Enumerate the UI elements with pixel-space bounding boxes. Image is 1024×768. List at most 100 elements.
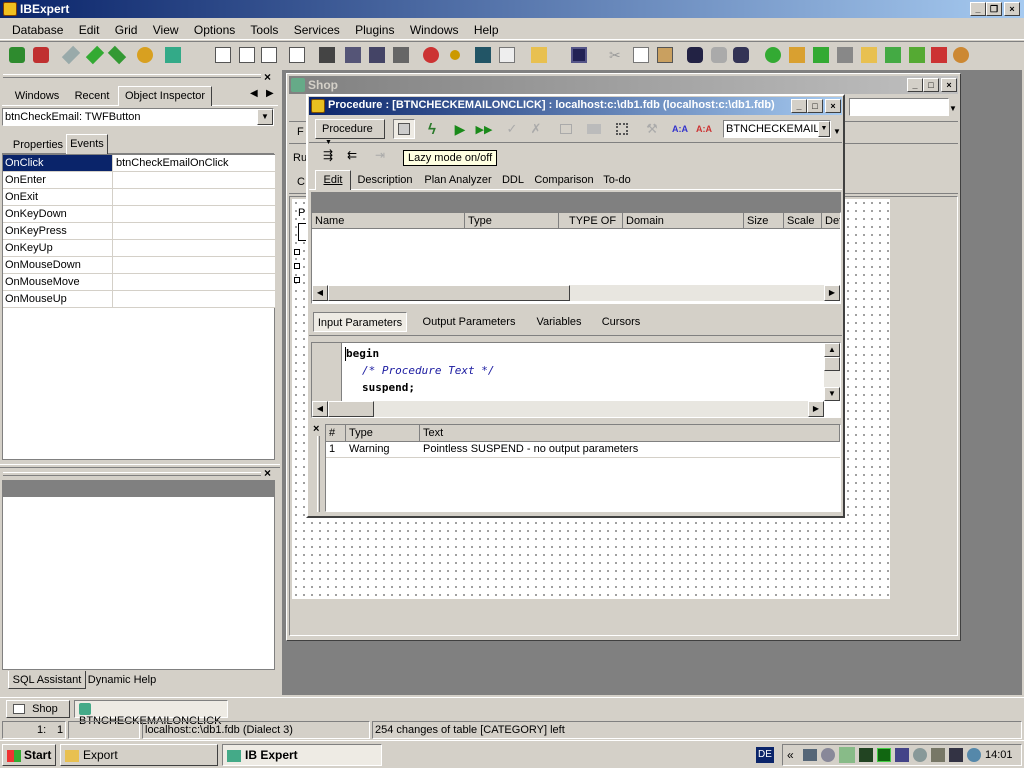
procedure-minimize-button[interactable]: _ [791, 99, 807, 113]
chevron-down-icon[interactable]: ▼ [257, 109, 273, 125]
col-size[interactable]: Size [744, 213, 784, 229]
scroll-thumb[interactable] [824, 357, 840, 371]
event-value[interactable] [114, 206, 275, 222]
mdi-tab-shop[interactable]: Shop [6, 700, 70, 718]
paste-button[interactable] [654, 45, 676, 65]
tab-dynamic-help[interactable]: Dynamic Help [86, 671, 158, 689]
event-value[interactable]: btnCheckEmailOnClick [114, 155, 275, 171]
msg-col-num[interactable]: # [326, 425, 346, 442]
unindent-button[interactable]: ⇇ [341, 145, 363, 165]
tab-todo[interactable]: To-do [599, 171, 635, 189]
shop-run-label[interactable]: Ru [293, 152, 307, 164]
cut-button[interactable]: ✂ [606, 45, 628, 65]
scroll-left-button[interactable]: ◀ [312, 285, 328, 301]
shop-maximize-button[interactable]: □ [923, 78, 939, 92]
event-row[interactable]: OnKeyDown [3, 206, 275, 223]
tab-comparison[interactable]: Comparison [531, 171, 597, 189]
dock-grip[interactable] [3, 74, 261, 78]
event-row[interactable]: OnEnter [3, 172, 275, 189]
event-value[interactable] [114, 223, 275, 239]
form-selection-handle[interactable] [294, 263, 300, 269]
new-trigger-button[interactable] [834, 45, 856, 65]
procedure-dropdown[interactable]: Procedure ▼ [315, 119, 385, 146]
menu-windows[interactable]: Windows [410, 23, 459, 37]
minimize-button[interactable]: _ [970, 2, 986, 16]
new-table-button[interactable] [762, 45, 784, 65]
message-row[interactable]: 1 Warning Pointless SUSPEND - no output … [326, 442, 840, 458]
tray-cpu-icon[interactable] [839, 747, 855, 763]
event-value[interactable] [114, 240, 275, 256]
tab-properties[interactable]: Properties [8, 136, 68, 154]
dock-splitter[interactable] [0, 464, 280, 468]
code-vscrollbar[interactable]: ▲ ▼ [824, 343, 840, 401]
rollback-button[interactable]: ✗ [525, 119, 547, 139]
shop-close-button[interactable]: × [941, 78, 957, 92]
messages-grip[interactable] [317, 436, 320, 512]
menu-plugins[interactable]: Plugins [355, 23, 394, 37]
tab-description[interactable]: Description [353, 171, 417, 189]
tab-scroll-left-icon[interactable]: ◀ [250, 88, 258, 99]
db-properties-button[interactable] [134, 45, 156, 65]
shop-search-input[interactable] [849, 98, 949, 116]
tab-sql-assistant[interactable]: SQL Assistant [8, 671, 86, 689]
event-row[interactable]: OnMouseUp [3, 291, 275, 308]
scroll-thumb[interactable] [328, 401, 374, 417]
import-button[interactable] [366, 45, 388, 65]
dock-close-icon[interactable]: × [264, 70, 271, 84]
menu-services[interactable]: Services [294, 23, 340, 37]
shop-chevron-down-icon[interactable]: ▼ [949, 104, 957, 113]
shop-minimize-button[interactable]: _ [907, 78, 923, 92]
run-all-button[interactable]: ▶▶ [473, 119, 495, 139]
find-next-button[interactable] [708, 45, 730, 65]
event-row[interactable]: OnKeyPress [3, 223, 275, 240]
scroll-left-button[interactable]: ◀ [312, 401, 328, 417]
tray-tool-icon[interactable] [931, 748, 945, 762]
mdi-tab-procedure[interactable]: BTNCHECKEMAILONCLICK [74, 700, 228, 727]
col-type[interactable]: Type [465, 213, 559, 229]
col-domain[interactable]: Domain [623, 213, 744, 229]
col-type-of[interactable]: TYPE OF [559, 213, 623, 229]
menu-database[interactable]: Database [12, 23, 63, 37]
unregister-db-button[interactable] [30, 45, 52, 65]
new-view-button[interactable] [786, 45, 808, 65]
start-button[interactable]: Start [2, 744, 56, 766]
open-folder-button[interactable] [528, 45, 550, 65]
taskbar-item-ibexpert[interactable]: IB Expert [222, 744, 382, 766]
indent-button[interactable]: ⇶ [317, 145, 339, 165]
tray-gear-icon[interactable] [821, 748, 835, 762]
tab-variables[interactable]: Variables [533, 313, 585, 331]
lazy-mode-button[interactable] [393, 119, 415, 139]
col-scale[interactable]: Scale [784, 213, 822, 229]
replace-button[interactable] [730, 45, 752, 65]
tab-input-parameters[interactable]: Input Parameters [313, 312, 407, 332]
scroll-up-button[interactable]: ▲ [824, 343, 840, 357]
event-row[interactable]: OnMouseDown [3, 257, 275, 274]
lower-dock-grip[interactable] [3, 472, 261, 476]
tray-meter-icon[interactable] [877, 748, 891, 762]
compile-button[interactable]: ϟ [421, 119, 443, 139]
print-button[interactable] [390, 45, 412, 65]
format-button[interactable]: A:A [669, 119, 691, 139]
sql-editor-button[interactable] [236, 45, 258, 65]
event-value[interactable] [114, 274, 275, 290]
lang-indicator[interactable]: DE [756, 747, 774, 763]
event-value[interactable] [114, 257, 275, 273]
scroll-down-button[interactable]: ▼ [824, 387, 840, 401]
disconnect-button[interactable] [84, 45, 106, 65]
tab-recent[interactable]: Recent [68, 87, 116, 105]
msg-col-type[interactable]: Type [346, 425, 420, 442]
comment-button[interactable]: ⇥ [369, 145, 391, 165]
connect-button[interactable] [60, 45, 82, 65]
tab-cursors[interactable]: Cursors [597, 313, 645, 331]
tray-expand-icon[interactable]: « [787, 748, 794, 762]
menu-edit[interactable]: Edit [79, 23, 100, 37]
tray-monitor-icon[interactable] [895, 748, 909, 762]
extract-button[interactable] [342, 45, 364, 65]
tray-camera-icon[interactable] [803, 749, 817, 761]
key-button[interactable] [444, 45, 466, 65]
shop-tab-c[interactable]: C [297, 176, 305, 188]
scroll-right-button[interactable]: ▶ [824, 285, 840, 301]
close-button[interactable]: × [1004, 2, 1020, 16]
save-button[interactable] [568, 45, 590, 65]
event-value[interactable] [114, 291, 275, 307]
